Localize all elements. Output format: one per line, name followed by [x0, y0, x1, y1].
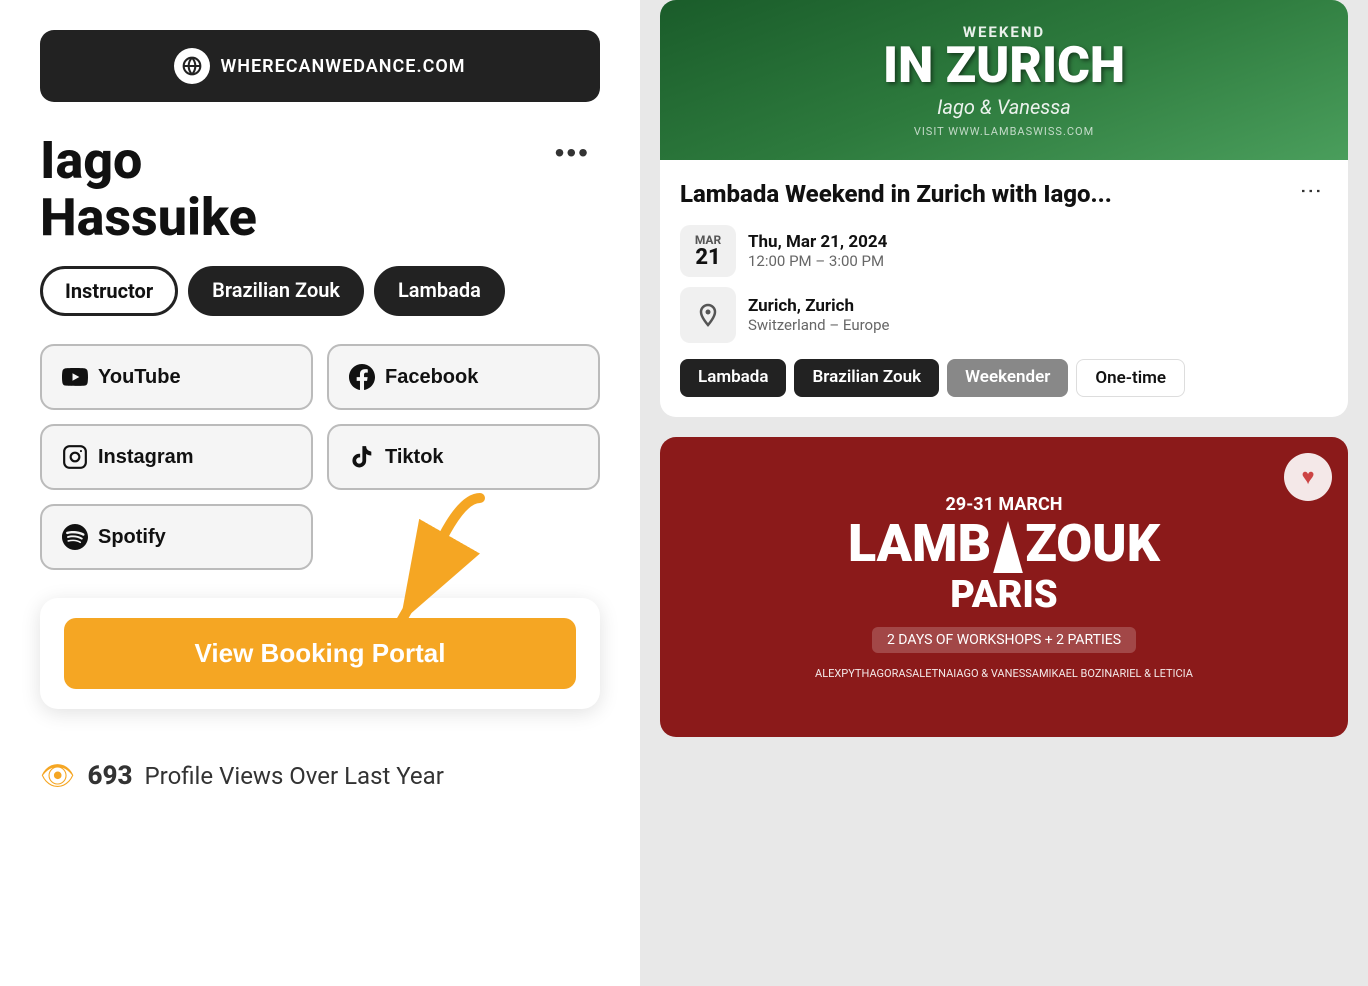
facebook-icon: [349, 364, 375, 390]
event-datetime-info: Thu, Mar 21, 2024 12:00 PM – 3:00 PM: [748, 232, 887, 270]
event-city: Zurich, Zurich: [748, 296, 889, 316]
youtube-label: YouTube: [98, 366, 181, 389]
profile-tags: Instructor Brazilian Zouk Lambada: [40, 266, 600, 316]
tiktok-icon: [349, 444, 375, 470]
profile-name: Iago Hassuike: [40, 132, 257, 246]
event-details: MAR 21 Thu, Mar 21, 2024 12:00 PM – 3:00…: [680, 225, 1328, 343]
tiktok-button[interactable]: Tiktok: [327, 424, 600, 490]
facebook-label: Facebook: [385, 366, 478, 389]
website-icon: [174, 48, 210, 84]
location-icon: [680, 287, 736, 343]
event-region: Switzerland – Europe: [748, 316, 889, 334]
event-title-row: Lambada Weekend in Zurich with Iago... ⋮: [680, 180, 1328, 209]
event-more-button[interactable]: ⋮: [1294, 180, 1328, 203]
profile-views-count: 693: [88, 761, 133, 791]
spotify-icon: [62, 524, 88, 550]
event-body-lambada: Lambada Weekend in Zurich with Iago... ⋮…: [660, 160, 1348, 417]
date-badge: MAR 21: [680, 225, 736, 277]
social-links-grid: YouTube Facebook Instagram: [40, 344, 600, 570]
event-tag-bzouk: Brazilian Zouk: [794, 359, 939, 397]
lambazouk-content: 29-31 MARCH LAMBZOUK PARIS 2 DAYS OF WOR…: [795, 474, 1213, 700]
performer-6: ARIEL & LETICIA: [1112, 667, 1193, 680]
performer-1: ALEX: [815, 667, 841, 680]
event-time-text: 12:00 PM – 3:00 PM: [748, 252, 887, 270]
instagram-icon: [62, 444, 88, 470]
instagram-button[interactable]: Instagram: [40, 424, 313, 490]
event-day: 21: [692, 247, 724, 269]
event-title: Lambada Weekend in Zurich with Iago...: [680, 180, 1112, 209]
profile-views-label: Profile Views Over Last Year: [145, 762, 444, 790]
event-image-names: Iago & Vanessa: [883, 95, 1125, 119]
website-url: WHERECANWEDANCE.COM: [220, 56, 465, 77]
performer-2: PYTHAGORAS: [841, 667, 912, 680]
favorite-button[interactable]: ♥: [1284, 453, 1332, 501]
event-dates: 29-31 MARCH: [815, 494, 1193, 515]
event-image-url: VISIT WWW.LAMBASWISS.COM: [883, 125, 1125, 138]
lambazouk-performers: ALEX PYTHAGORAS ALETNA IAGO & VANESSA MI…: [815, 667, 1193, 680]
lambazouk-workshops: 2 DAYS OF WORKSHOPS + 2 PARTIES: [872, 627, 1136, 653]
youtube-icon: [62, 364, 88, 390]
profile-header: Iago Hassuike •••: [40, 132, 600, 246]
instagram-label: Instagram: [98, 446, 194, 469]
event-image-weekend: WEEKEND: [883, 23, 1125, 41]
event-image-title: IN ZURICH: [883, 41, 1125, 91]
view-booking-portal-button[interactable]: View Booking Portal: [64, 618, 576, 689]
event-card-lambazouk-paris: ♥ 29-31 MARCH LAMBZOUK PARIS 2 DAYS OF W…: [660, 437, 1348, 737]
left-panel: WHERECANWEDANCE.COM Iago Hassuike ••• In…: [0, 0, 640, 986]
tag-brazilian-zouk: Brazilian Zouk: [188, 266, 364, 316]
eye-icon: 👁: [40, 759, 76, 792]
booking-portal-wrapper: View Booking Portal: [40, 598, 600, 709]
booking-popup: View Booking Portal: [40, 598, 600, 709]
facebook-button[interactable]: Facebook: [327, 344, 600, 410]
website-banner: WHERECANWEDANCE.COM: [40, 30, 600, 102]
tag-lambada: Lambada: [374, 266, 505, 316]
spotify-button[interactable]: Spotify: [40, 504, 313, 570]
performer-3: ALETNA: [912, 667, 953, 680]
event-date-row: MAR 21 Thu, Mar 21, 2024 12:00 PM – 3:00…: [680, 225, 1328, 277]
event-location-row: Zurich, Zurich Switzerland – Europe: [680, 287, 1328, 343]
event-tag-lambada: Lambada: [680, 359, 786, 397]
lambazouk-city: PARIS: [815, 573, 1193, 617]
right-panel: WEEKEND IN ZURICH Iago & Vanessa VISIT W…: [640, 0, 1368, 986]
lambazouk-title: LAMBZOUK: [815, 521, 1193, 573]
event-image-overlay: WEEKEND IN ZURICH Iago & Vanessa VISIT W…: [883, 23, 1125, 138]
profile-views: 👁 693 Profile Views Over Last Year: [40, 739, 600, 812]
tiktok-label: Tiktok: [385, 446, 444, 469]
spotify-label: Spotify: [98, 526, 166, 549]
performer-4: IAGO & VANESSA: [953, 667, 1039, 680]
event-tag-onetime: One-time: [1076, 359, 1185, 397]
event-card-lambada-weekend: WEEKEND IN ZURICH Iago & Vanessa VISIT W…: [660, 0, 1348, 417]
performer-5: MIKAEL BOZIN: [1039, 667, 1112, 680]
event-tags: Lambada Brazilian Zouk Weekender One-tim…: [680, 359, 1328, 397]
event-image-zurich: WEEKEND IN ZURICH Iago & Vanessa VISIT W…: [660, 0, 1348, 160]
youtube-button[interactable]: YouTube: [40, 344, 313, 410]
event-date-text: Thu, Mar 21, 2024: [748, 232, 887, 252]
tag-instructor: Instructor: [40, 266, 178, 316]
event-tag-weekender: Weekender: [947, 359, 1068, 397]
more-options-button[interactable]: •••: [545, 132, 600, 174]
event-location-info: Zurich, Zurich Switzerland – Europe: [748, 296, 889, 334]
